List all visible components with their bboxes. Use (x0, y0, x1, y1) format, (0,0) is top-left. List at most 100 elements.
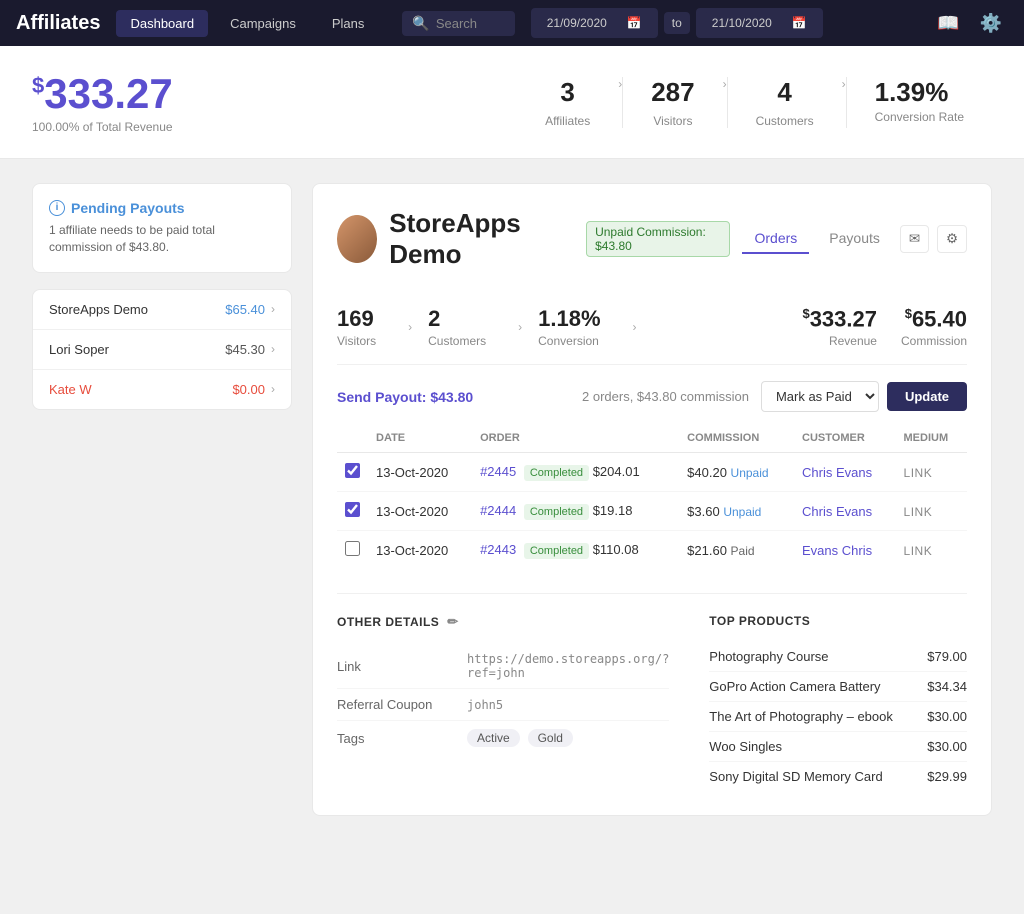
edit-icon[interactable]: ✏ (447, 614, 458, 630)
table-row: 13-Oct-2020 #2444 Completed $19.18 $3.60… (337, 492, 967, 531)
other-details: OTHER DETAILS ✏ Link https://demo.storea… (337, 614, 669, 791)
detail-coupon-row: Referral Coupon john5 (337, 689, 669, 721)
tag-active[interactable]: Active (467, 729, 520, 747)
th-order: ORDER (472, 424, 679, 453)
affiliate-stats: 169 Visitors › 2 Customers › 1.18% Conve… (337, 290, 967, 365)
row-date: 13-Oct-2020 (368, 453, 472, 492)
currency-symbol: $ (32, 73, 44, 98)
settings-icon[interactable]: ⚙️ (974, 7, 1008, 40)
mark-paid-select[interactable]: Mark as Paid (761, 381, 879, 412)
date-range: 21/09/2020 📅 to 21/10/2020 📅 (531, 8, 823, 38)
chevron-icon: › (271, 342, 275, 356)
product-row: GoPro Action Camera Battery $34.34 (709, 672, 967, 702)
row-order: #2445 Completed $204.01 (472, 453, 679, 492)
row-date: 13-Oct-2020 (368, 492, 472, 531)
email-icon[interactable]: ✉ (900, 225, 929, 253)
stats-cards: 3 Affiliates › 287 Visitors › 4 Customer… (517, 77, 992, 128)
row-commission: $3.60 Unpaid (679, 492, 794, 531)
stat-visitors[interactable]: 287 Visitors (622, 77, 722, 128)
orders-table: DATE ORDER COMMISSION CUSTOMER MEDIUM 13… (337, 424, 967, 569)
stat-affiliates[interactable]: 3 Affiliates (517, 77, 618, 128)
stat-customers: 2 Customers (428, 306, 510, 348)
row-customer: Chris Evans (794, 453, 896, 492)
th-checkbox (337, 424, 368, 453)
tag-gold[interactable]: Gold (528, 729, 573, 747)
list-item[interactable]: Kate W $0.00 › (33, 370, 291, 409)
orders-info: 2 orders, $43.80 commission (582, 389, 749, 404)
search-icon: 🔍 (412, 15, 429, 32)
table-row: 13-Oct-2020 #2445 Completed $204.01 $40.… (337, 453, 967, 492)
stat-conversion: 1.18% Conversion (538, 306, 624, 348)
top-products-title: TOP PRODUCTS (709, 614, 967, 628)
date-separator: to (664, 12, 690, 34)
product-row: The Art of Photography – ebook $30.00 (709, 702, 967, 732)
affiliate-name: Kate W (49, 382, 232, 397)
stats-bar: $333.27 100.00% of Total Revenue 3 Affil… (0, 46, 1024, 159)
stat-customers[interactable]: 4 Customers (727, 77, 842, 128)
arrow-icon-3: › (633, 320, 637, 334)
list-item[interactable]: Lori Soper $45.30 › (33, 330, 291, 370)
pending-title: i Pending Payouts (49, 200, 275, 216)
affiliate-list: StoreApps Demo $65.40 › Lori Soper $45.3… (32, 289, 292, 410)
pending-sub: 1 affiliate needs to be paid total commi… (49, 222, 275, 256)
info-icon: i (49, 200, 65, 216)
pending-payouts-box: i Pending Payouts 1 affiliate needs to b… (32, 183, 292, 273)
tab-orders[interactable]: Orders (742, 224, 809, 254)
row-commission: $40.20 Unpaid (679, 453, 794, 492)
th-medium: MEDIUM (896, 424, 967, 453)
detail-link-row: Link https://demo.storeapps.org/?ref=joh… (337, 644, 669, 689)
tab-payouts[interactable]: Payouts (817, 224, 892, 254)
row-medium: LINK (896, 492, 967, 531)
stat-commission: $65.40 Commission (901, 306, 967, 348)
unpaid-badge: Unpaid Commission: $43.80 (586, 221, 730, 257)
avatar (337, 215, 377, 263)
detail-tags-row: Tags Active Gold (337, 721, 669, 755)
update-button[interactable]: Update (887, 382, 967, 411)
avatar-image (337, 215, 377, 263)
row-checkbox[interactable] (337, 531, 368, 570)
arrow-icon-1: › (408, 320, 412, 334)
chevron-icon: › (271, 302, 275, 316)
date-from[interactable]: 21/09/2020 📅 (531, 8, 658, 38)
affiliate-detail-name: StoreApps Demo (389, 208, 566, 270)
date-to[interactable]: 21/10/2020 📅 (696, 8, 823, 38)
affiliate-amount: $45.30 (225, 342, 265, 357)
send-payout-link[interactable]: Send Payout: $43.80 (337, 389, 473, 405)
row-checkbox[interactable] (337, 453, 368, 492)
details-section: OTHER DETAILS ✏ Link https://demo.storea… (337, 593, 967, 791)
nav-dashboard[interactable]: Dashboard (116, 10, 208, 37)
affiliate-amount: $0.00 (232, 382, 265, 397)
tags-container: Active Gold (467, 729, 577, 747)
row-order: #2444 Completed $19.18 (472, 492, 679, 531)
row-date: 13-Oct-2020 (368, 531, 472, 570)
affiliate-name: StoreApps Demo (49, 302, 225, 317)
affiliate-header: StoreApps Demo Unpaid Commission: $43.80… (337, 208, 967, 270)
top-products: TOP PRODUCTS Photography Course $79.00 G… (709, 614, 967, 791)
search-input[interactable] (436, 16, 505, 31)
row-customer: Chris Evans (794, 492, 896, 531)
total-revenue: $333.27 100.00% of Total Revenue (32, 70, 173, 134)
brand-logo: Affiliates (16, 12, 100, 35)
nav-campaigns[interactable]: Campaigns (216, 10, 310, 37)
product-row: Photography Course $79.00 (709, 642, 967, 672)
main-content: i Pending Payouts 1 affiliate needs to b… (0, 159, 1024, 840)
orders-toolbar: Send Payout: $43.80 2 orders, $43.80 com… (337, 381, 967, 412)
row-medium: LINK (896, 453, 967, 492)
docs-icon[interactable]: 📖 (931, 7, 965, 40)
left-panel: i Pending Payouts 1 affiliate needs to b… (32, 183, 292, 816)
row-checkbox[interactable] (337, 492, 368, 531)
stat-visitors: 169 Visitors (337, 306, 400, 348)
settings-icon-detail[interactable]: ⚙ (937, 225, 967, 253)
list-item[interactable]: StoreApps Demo $65.40 › (33, 290, 291, 330)
th-date: DATE (368, 424, 472, 453)
revenue-commission-stats: $333.27 Revenue $65.40 Commission (802, 306, 967, 348)
revenue-amount: $333.27 (32, 70, 173, 118)
chevron-icon: › (271, 382, 275, 396)
calendar-icon: 📅 (619, 12, 650, 34)
search-box: 🔍 (402, 11, 514, 36)
row-customer: Evans Chris (794, 531, 896, 570)
calendar-icon-2: 📅 (784, 12, 815, 34)
other-details-title: OTHER DETAILS ✏ (337, 614, 669, 630)
nav-plans[interactable]: Plans (318, 10, 379, 37)
th-commission: COMMISSION (679, 424, 794, 453)
